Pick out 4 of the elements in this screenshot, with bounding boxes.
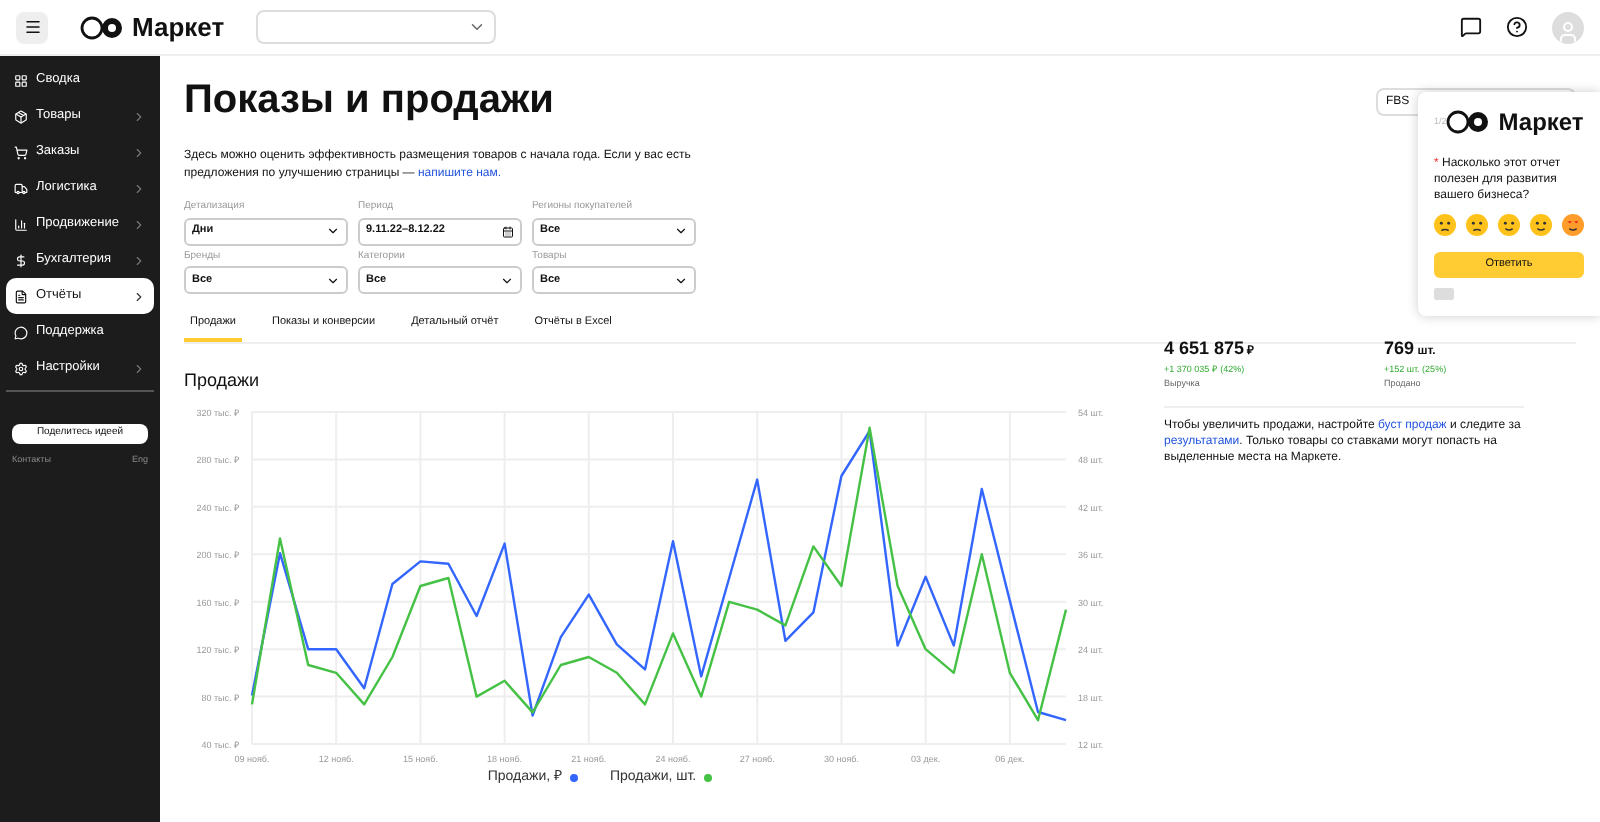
section-title: Продажи <box>184 368 260 395</box>
logo-text: Маркет <box>1498 106 1584 140</box>
page-title: Показы и продажи <box>184 80 554 120</box>
logo-text: Маркет <box>132 9 225 46</box>
